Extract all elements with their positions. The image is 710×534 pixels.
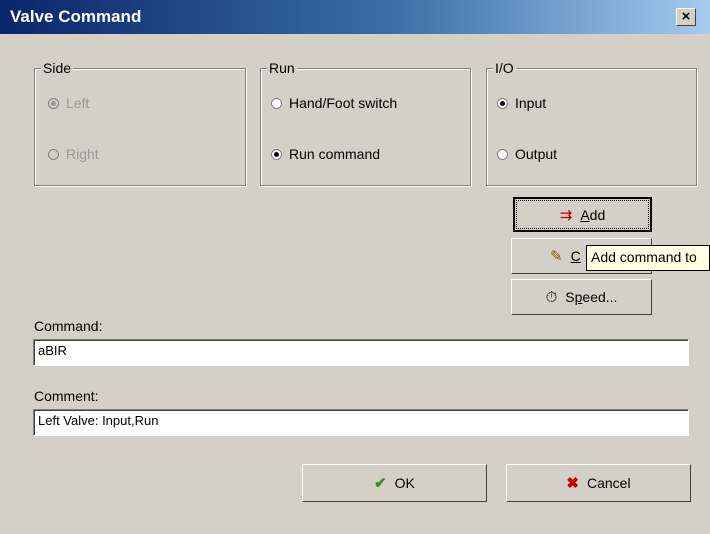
window-title: Valve Command [10, 7, 142, 26]
add-tooltip: Add command to [586, 245, 710, 271]
radio-indicator [497, 97, 508, 109]
radio-indicator [48, 148, 59, 160]
io-group-label: I/O [493, 60, 516, 76]
io-output-label: Output [515, 146, 558, 162]
speed-button[interactable]: ⏱ Speed... [511, 279, 652, 315]
radio-indicator [497, 148, 508, 160]
title-bar[interactable]: Valve Command × [0, 0, 710, 34]
ok-button[interactable]: ✔ OK [302, 464, 487, 502]
comment-input[interactable]: Left Valve: Input,Run [33, 409, 689, 436]
side-left-radio[interactable]: Left [48, 95, 89, 111]
run-hand-foot-label: Hand/Foot switch [289, 95, 398, 111]
cancel-button-label: Cancel [586, 475, 631, 491]
side-right-radio[interactable]: Right [48, 146, 99, 162]
run-command-label: Run command [289, 146, 381, 162]
run-group-label: Run [267, 60, 297, 76]
eraser-icon: ✎ [550, 248, 563, 265]
close-button[interactable]: × [676, 8, 696, 26]
run-hand-foot-radio[interactable]: Hand/Foot switch [271, 95, 397, 111]
io-output-radio[interactable]: Output [497, 146, 557, 162]
checkmark-icon: ✔ [374, 475, 387, 492]
comment-label: Comment: [34, 388, 99, 404]
io-input-radio[interactable]: Input [497, 95, 546, 111]
stopwatch-icon: ⏱ [545, 288, 558, 306]
command-input[interactable]: aBIR [33, 339, 689, 366]
radio-indicator [271, 148, 282, 160]
add-command-icon: ⇉ [559, 206, 573, 224]
side-group: Side [34, 60, 246, 186]
clear-button-label: C [570, 248, 581, 264]
x-icon: ✖ [566, 475, 579, 492]
radio-indicator [271, 97, 282, 109]
speed-button-label: Speed... [565, 289, 618, 305]
io-input-label: Input [515, 95, 547, 111]
add-button[interactable]: ⇉ Add [513, 197, 652, 232]
side-right-label: Right [66, 146, 99, 162]
ok-button-label: OK [394, 475, 415, 491]
command-label: Command: [34, 318, 103, 334]
side-left-label: Left [66, 95, 90, 111]
side-group-label: Side [41, 60, 74, 76]
run-group: Run [260, 60, 471, 186]
radio-indicator [48, 97, 59, 109]
add-button-label: Add [580, 206, 606, 223]
io-group: I/O [486, 60, 697, 186]
valve-command-dialog: Valve Command × Side Left Right Run Hand… [0, 0, 710, 534]
cancel-button[interactable]: ✖ Cancel [506, 464, 691, 502]
run-command-radio[interactable]: Run command [271, 146, 380, 162]
